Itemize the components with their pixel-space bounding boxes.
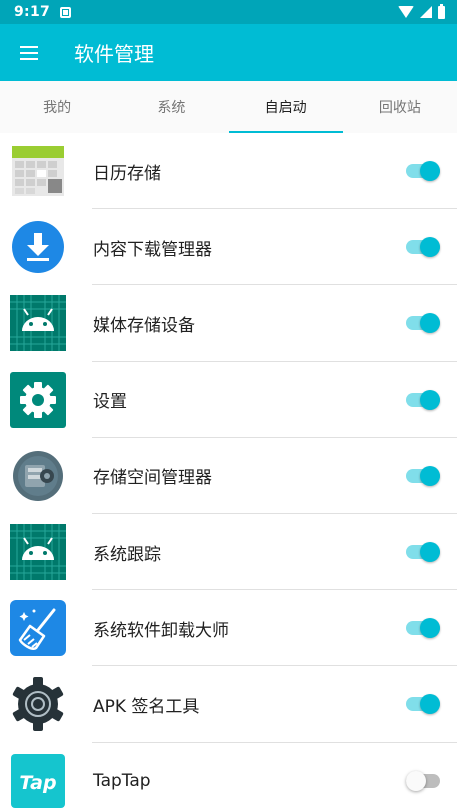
app-name: 存储空间管理器 xyxy=(93,468,212,489)
app-name: TapTap xyxy=(93,770,151,791)
page-title: 软件管理 xyxy=(74,42,154,66)
app-name: APK 签名工具 xyxy=(93,696,200,717)
autostart-toggle[interactable] xyxy=(406,541,440,563)
battery-icon xyxy=(438,3,445,19)
app-name: 媒体存储设备 xyxy=(93,315,195,336)
app-name: 系统跟踪 xyxy=(93,544,161,565)
svg-text:Tap: Tap xyxy=(19,772,56,794)
app-name: 内容下载管理器 xyxy=(93,239,212,260)
settings-gear-icon xyxy=(10,371,66,428)
autostart-toggle[interactable] xyxy=(406,693,440,715)
calendar-storage-icon xyxy=(10,143,66,199)
wifi-icon xyxy=(398,6,414,18)
tab-mine[interactable]: 我的 xyxy=(0,81,114,133)
autostart-toggle[interactable] xyxy=(406,160,440,182)
status-indicators xyxy=(398,3,445,19)
list-item[interactable]: 系统跟踪 xyxy=(0,514,457,591)
app-bar: 软件管理 xyxy=(0,24,457,81)
android-icon xyxy=(10,524,66,581)
list-item[interactable]: Tap TapTap xyxy=(0,743,457,812)
list-item[interactable]: 媒体存储设备 xyxy=(0,285,457,362)
status-time: 9:17 xyxy=(14,4,51,20)
list-item[interactable]: 日历存储 xyxy=(0,133,457,210)
broom-cleaner-icon xyxy=(10,600,66,657)
list-item[interactable]: 存储空间管理器 xyxy=(0,438,457,515)
download-manager-icon xyxy=(10,219,66,275)
app-name: 设置 xyxy=(93,392,127,413)
signal-icon xyxy=(420,6,432,18)
android-icon xyxy=(10,295,66,352)
notification-icon xyxy=(60,6,72,18)
autostart-toggle[interactable] xyxy=(406,465,440,487)
gear-icon xyxy=(10,676,66,732)
list-item[interactable]: 系统软件卸载大师 xyxy=(0,590,457,667)
tab-system[interactable]: 系统 xyxy=(114,81,228,133)
app-name: 系统软件卸载大师 xyxy=(93,620,229,641)
autostart-toggle[interactable] xyxy=(406,770,440,792)
list-item[interactable]: 设置 xyxy=(0,362,457,438)
list-item[interactable]: 内容下载管理器 xyxy=(0,209,457,286)
tab-autostart[interactable]: 自启动 xyxy=(228,81,344,133)
menu-icon[interactable] xyxy=(1,24,57,81)
taptap-logo-icon: Tap xyxy=(10,753,66,809)
storage-manager-icon xyxy=(10,448,66,504)
app-name: 日历存储 xyxy=(93,163,161,184)
autostart-toggle[interactable] xyxy=(406,236,440,258)
tab-bar: 我的 系统 自启动 回收站 xyxy=(0,81,457,133)
autostart-toggle[interactable] xyxy=(406,617,440,639)
list-item[interactable]: APK 签名工具 xyxy=(0,666,457,743)
status-bar: 9:17 xyxy=(0,0,457,24)
tab-recycle-bin[interactable]: 回收站 xyxy=(343,81,457,133)
app-list: 日历存储 内容下载管理器 媒体存储设备 设置 存储空间管理器 系统跟踪 系统软件… xyxy=(0,133,457,812)
autostart-toggle[interactable] xyxy=(406,389,440,411)
autostart-toggle[interactable] xyxy=(406,312,440,334)
